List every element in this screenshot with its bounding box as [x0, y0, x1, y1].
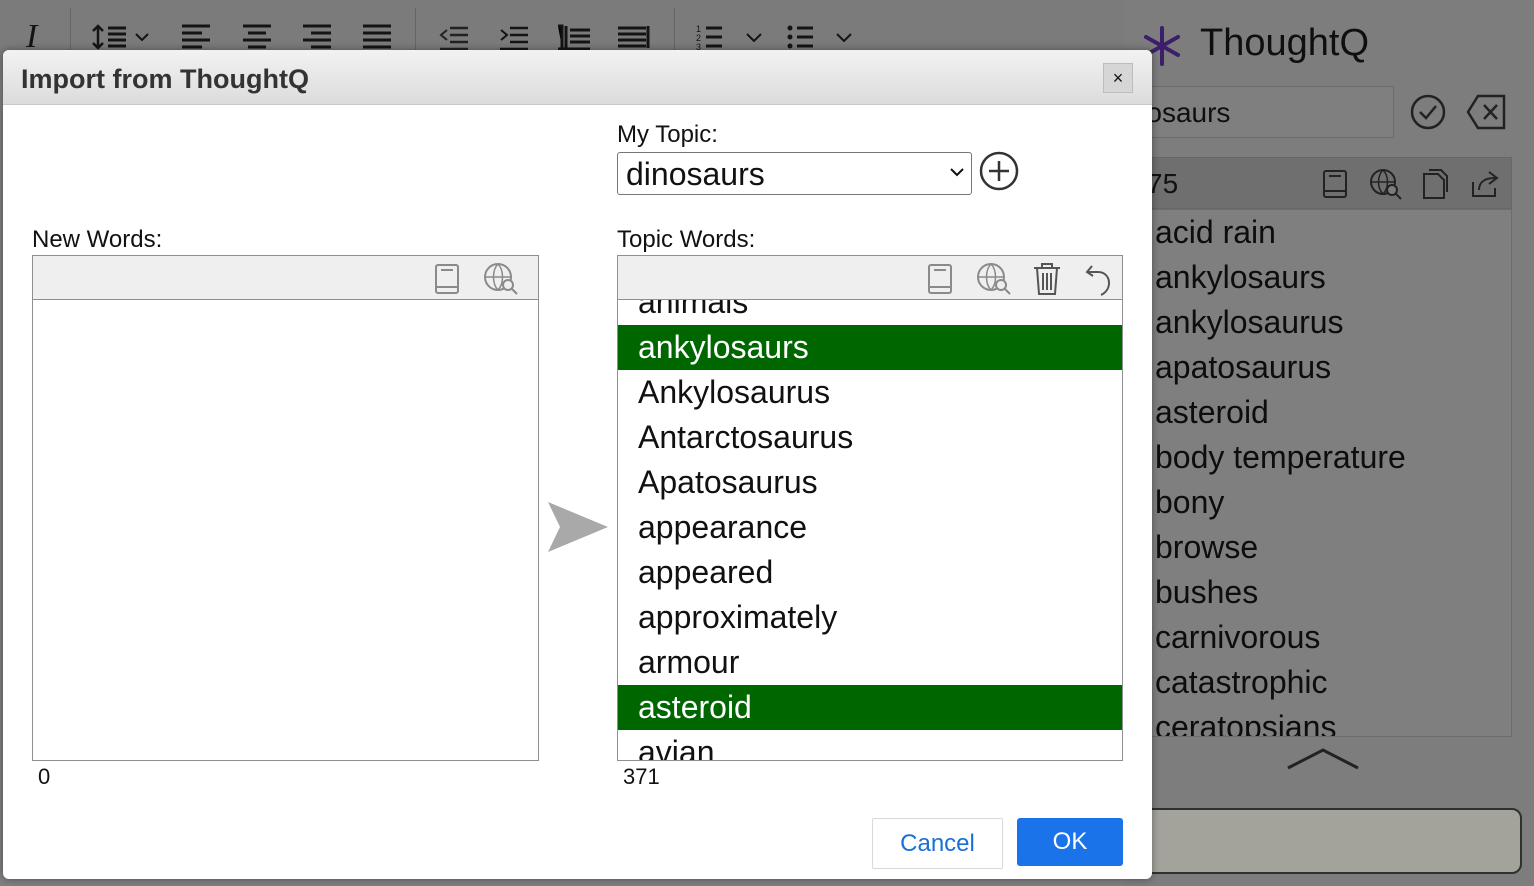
thoughtq-panel: ThoughtQ dinosaurs 75 acid rainankylosau… [1124, 0, 1534, 886]
topic-word-item[interactable]: Apatosaurus [618, 460, 1122, 505]
align-center-icon[interactable] [241, 22, 273, 52]
topic-word-item[interactable]: armour [618, 640, 1122, 685]
thoughtq-list-header: 75 [1124, 157, 1512, 209]
check-icon[interactable] [1408, 92, 1448, 137]
list-item[interactable]: ankylosaurs [1125, 255, 1511, 300]
align-justify-icon[interactable] [361, 22, 393, 52]
dialog-titlebar[interactable]: Import from ThoughtQ × [3, 50, 1152, 105]
trash-icon[interactable] [1032, 262, 1062, 301]
topic-word-item[interactable]: avian [618, 730, 1122, 760]
topic-words-label: Topic Words: [617, 226, 756, 253]
topic-select-value: dinosaurs [626, 156, 765, 192]
list-item[interactable]: browse [1125, 525, 1511, 570]
topic-word-item[interactable]: Antarctosaurus [618, 415, 1122, 460]
new-words-list[interactable] [32, 299, 539, 761]
thoughtq-word-list[interactable]: acid rain ankylosaurs ankylosaurus apatosau… [1124, 209, 1512, 737]
list-item[interactable]: body temperature [1125, 435, 1511, 480]
topic-word-item[interactable]: appeared [618, 550, 1122, 595]
toolbar-divider [70, 8, 71, 52]
indent-icon[interactable] [498, 22, 530, 52]
add-topic-icon[interactable] [978, 150, 1020, 197]
topic-word-item[interactable]: asteroid [618, 685, 1122, 730]
topic-words-toolbar [617, 255, 1123, 300]
new-words-count: 0 [38, 764, 51, 789]
import-dialog: Import from ThoughtQ × My Topic: dinosau… [3, 50, 1152, 879]
rtl-icon[interactable] [616, 22, 652, 52]
copy-icon[interactable] [1421, 168, 1449, 205]
close-button[interactable]: × [1103, 63, 1133, 93]
cancel-button[interactable]: Cancel [872, 818, 1003, 869]
outdent-icon[interactable] [438, 22, 470, 52]
toolbar-divider [674, 8, 675, 52]
list-item[interactable]: acid rain [1125, 210, 1511, 255]
undo-icon[interactable] [1084, 262, 1114, 301]
list-item[interactable]: ceratopsians [1125, 705, 1511, 736]
dictionary-icon[interactable] [1321, 168, 1349, 205]
bulleted-list-icon[interactable] [786, 22, 856, 52]
list-item[interactable]: apatosaurus [1125, 345, 1511, 390]
new-words-toolbar [32, 255, 539, 300]
list-item[interactable]: ankylosaurus [1125, 300, 1511, 345]
toolbar-divider [415, 8, 416, 52]
clear-icon[interactable] [1464, 92, 1508, 137]
new-words-label: New Words: [32, 226, 163, 253]
topic-word-item[interactable]: approximately [618, 595, 1122, 640]
thoughtq-bottom-bar [1128, 808, 1522, 874]
thoughtq-title: ThoughtQ [1200, 22, 1369, 64]
dialog-title: Import from ThoughtQ [21, 64, 309, 94]
numbered-list-icon[interactable]: 123 [696, 22, 766, 52]
list-item[interactable]: bony [1125, 480, 1511, 525]
list-item[interactable]: bushes [1125, 570, 1511, 615]
chevron-down-icon [949, 165, 965, 183]
topic-word-item[interactable]: animals [618, 300, 1122, 325]
list-item[interactable]: asteroid [1125, 390, 1511, 435]
chevron-up-icon[interactable] [1286, 746, 1360, 777]
dictionary-icon[interactable] [433, 262, 461, 301]
send-arrow-icon[interactable] [546, 498, 610, 561]
topic-words-list[interactable]: animals ankylosaurs Ankylosaurus Antarctosa… [617, 299, 1123, 761]
web-search-icon[interactable] [483, 262, 519, 301]
share-icon[interactable] [1469, 168, 1501, 205]
list-item[interactable]: catastrophic [1125, 660, 1511, 705]
align-left-icon[interactable] [180, 22, 212, 52]
dictionary-icon[interactable] [926, 262, 954, 301]
my-topic-label: My Topic: [617, 121, 718, 148]
ok-button[interactable]: OK [1017, 818, 1123, 866]
list-item[interactable]: carnivorous [1125, 615, 1511, 660]
topic-select[interactable]: dinosaurs [617, 152, 972, 195]
web-search-icon[interactable] [1369, 168, 1403, 205]
topic-word-item[interactable]: ankylosaurs [618, 325, 1122, 370]
line-spacing-icon[interactable] [90, 22, 154, 52]
topic-word-item[interactable]: Ankylosaurus [618, 370, 1122, 415]
align-right-icon[interactable] [301, 22, 333, 52]
thoughtq-search-input[interactable]: dinosaurs [1124, 86, 1394, 138]
topic-word-item[interactable]: appearance [618, 505, 1122, 550]
topic-words-count: 371 [623, 764, 660, 789]
web-search-icon[interactable] [976, 262, 1012, 301]
thoughtq-header: ThoughtQ [1124, 14, 1534, 74]
ltr-icon[interactable] [556, 22, 592, 52]
